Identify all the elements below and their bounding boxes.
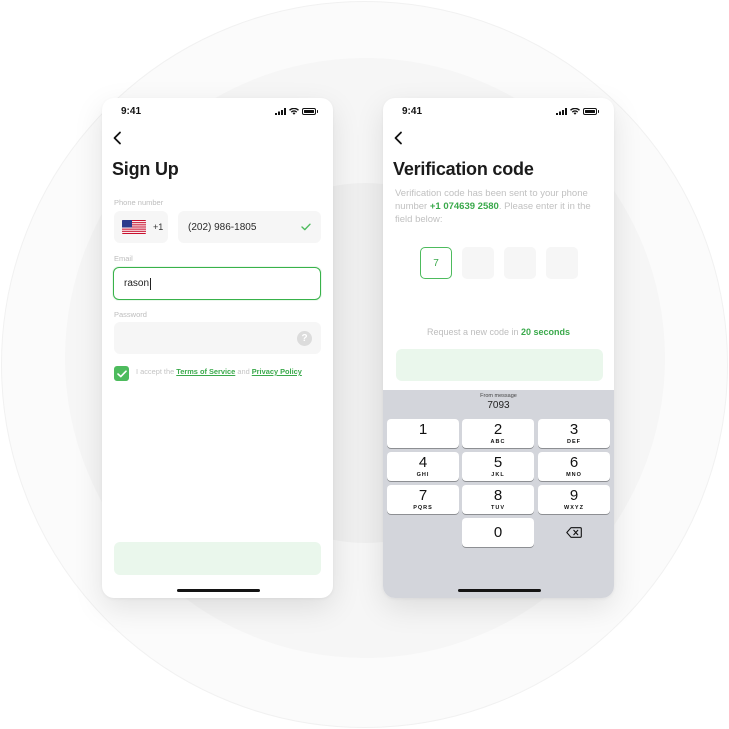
key-letters: PQRS	[413, 504, 433, 511]
suggestion-code: 7093	[487, 400, 510, 411]
check-icon	[301, 223, 311, 231]
key-digit: 2	[493, 420, 503, 438]
key-digit: 7	[418, 486, 428, 504]
key-digit: 4	[418, 453, 428, 471]
code-digit-4[interactable]	[546, 247, 578, 279]
key-letters: GHI	[416, 471, 430, 478]
key-digit: 3	[569, 420, 579, 438]
resend-prefix: Request a new code in	[426, 327, 522, 337]
email-value: rason	[124, 278, 150, 289]
terms-text: I accept the Terms of Service and Privac…	[136, 366, 302, 381]
numeric-keypad: From message 7093 1 2 ABC 3 DEF 4 GHI 5 JKL …	[383, 390, 614, 598]
phone-field[interactable]: (202) 986-1805	[178, 211, 321, 243]
question-mark-icon[interactable]: ?	[297, 330, 312, 346]
code-digit-2[interactable]	[462, 247, 494, 279]
key-digit: 0	[493, 524, 503, 541]
key-digit: 1	[418, 420, 428, 438]
terms-row: I accept the Terms of Service and Privac…	[114, 366, 319, 381]
suggestion-label: From message	[480, 393, 517, 399]
resend-timer: Request a new code in 20 seconds	[383, 327, 614, 337]
key-5[interactable]: 5 JKL	[462, 452, 534, 481]
key-letters: ABC	[490, 438, 506, 445]
page-title: Sign Up	[112, 159, 179, 179]
key-digit: 8	[493, 486, 503, 504]
country-code: +1	[153, 222, 164, 232]
chevron-left-icon	[394, 131, 402, 145]
email-label: Email	[114, 254, 133, 263]
status-icons	[556, 107, 599, 115]
verification-description: Verification code has been sent to your …	[395, 187, 600, 226]
signup-screen: 9:41 Sign Up Phone number +1 (202) 986-1…	[102, 98, 333, 598]
resend-countdown: 20 seconds	[521, 327, 571, 337]
back-button[interactable]	[110, 130, 126, 146]
battery-icon	[302, 107, 318, 115]
home-indicator	[458, 589, 541, 592]
checkmark-icon	[116, 369, 127, 377]
code-digit-1[interactable]: 7	[420, 247, 452, 279]
status-bar: 9:41	[121, 104, 318, 118]
status-time: 9:41	[121, 105, 142, 117]
key-letters: MNO	[566, 471, 582, 478]
terms-prefix: I accept the	[136, 367, 177, 376]
key-1[interactable]: 1	[387, 419, 459, 448]
password-label: Password	[114, 310, 147, 319]
key-9[interactable]: 9 WXYZ	[538, 485, 610, 514]
key-letters: DEF	[567, 438, 581, 445]
status-icons	[275, 107, 318, 115]
key-7[interactable]: 7 PQRS	[387, 485, 459, 514]
backspace-icon	[566, 527, 582, 538]
status-time: 9:41	[402, 105, 423, 117]
signup-submit-button[interactable]	[114, 542, 321, 575]
key-3[interactable]: 3 DEF	[538, 419, 610, 448]
key-4[interactable]: 4 GHI	[387, 452, 459, 481]
terms-of-service-link[interactable]: Terms of Service	[176, 367, 235, 376]
text-cursor	[150, 277, 152, 290]
autofill-suggestion[interactable]: From message 7093	[383, 393, 614, 411]
wifi-icon	[570, 107, 580, 115]
key-digit: 6	[569, 453, 579, 471]
key-0[interactable]: 0	[462, 518, 534, 547]
key-6[interactable]: 6 MNO	[538, 452, 610, 481]
email-field[interactable]: rason	[113, 267, 321, 300]
signal-icon	[275, 107, 286, 115]
country-code-select[interactable]: +1	[114, 211, 168, 243]
code-digit-3[interactable]	[504, 247, 536, 279]
terms-and: and	[235, 367, 252, 376]
key-letters: TUV	[491, 504, 505, 511]
signal-icon	[556, 107, 567, 115]
backspace-key[interactable]	[538, 518, 610, 547]
chevron-left-icon	[113, 131, 121, 145]
status-bar: 9:41	[402, 104, 599, 118]
key-digit: 5	[493, 453, 503, 471]
verification-screen: 9:41 Verification code Verification code…	[383, 98, 614, 598]
battery-icon	[583, 107, 599, 115]
home-indicator	[177, 589, 260, 592]
key-8[interactable]: 8 TUV	[462, 485, 534, 514]
password-field[interactable]: ?	[114, 322, 321, 354]
key-letters: JKL	[491, 471, 505, 478]
key-2[interactable]: 2 ABC	[462, 419, 534, 448]
key-digit: 9	[569, 486, 579, 504]
us-flag-icon	[122, 220, 146, 234]
wifi-icon	[289, 107, 299, 115]
back-button[interactable]	[391, 130, 407, 146]
terms-checkbox[interactable]	[114, 366, 129, 381]
page-title: Verification code	[393, 159, 534, 179]
privacy-policy-link[interactable]: Privacy Policy	[252, 367, 302, 376]
phone-label: Phone number	[114, 198, 164, 207]
verify-submit-button[interactable]	[396, 349, 603, 381]
phone-value: (202) 986-1805	[188, 221, 257, 233]
verification-phone: +1 074639 2580	[429, 201, 499, 212]
key-letters: WXYZ	[564, 504, 584, 511]
code-input-group: 7	[420, 247, 578, 279]
